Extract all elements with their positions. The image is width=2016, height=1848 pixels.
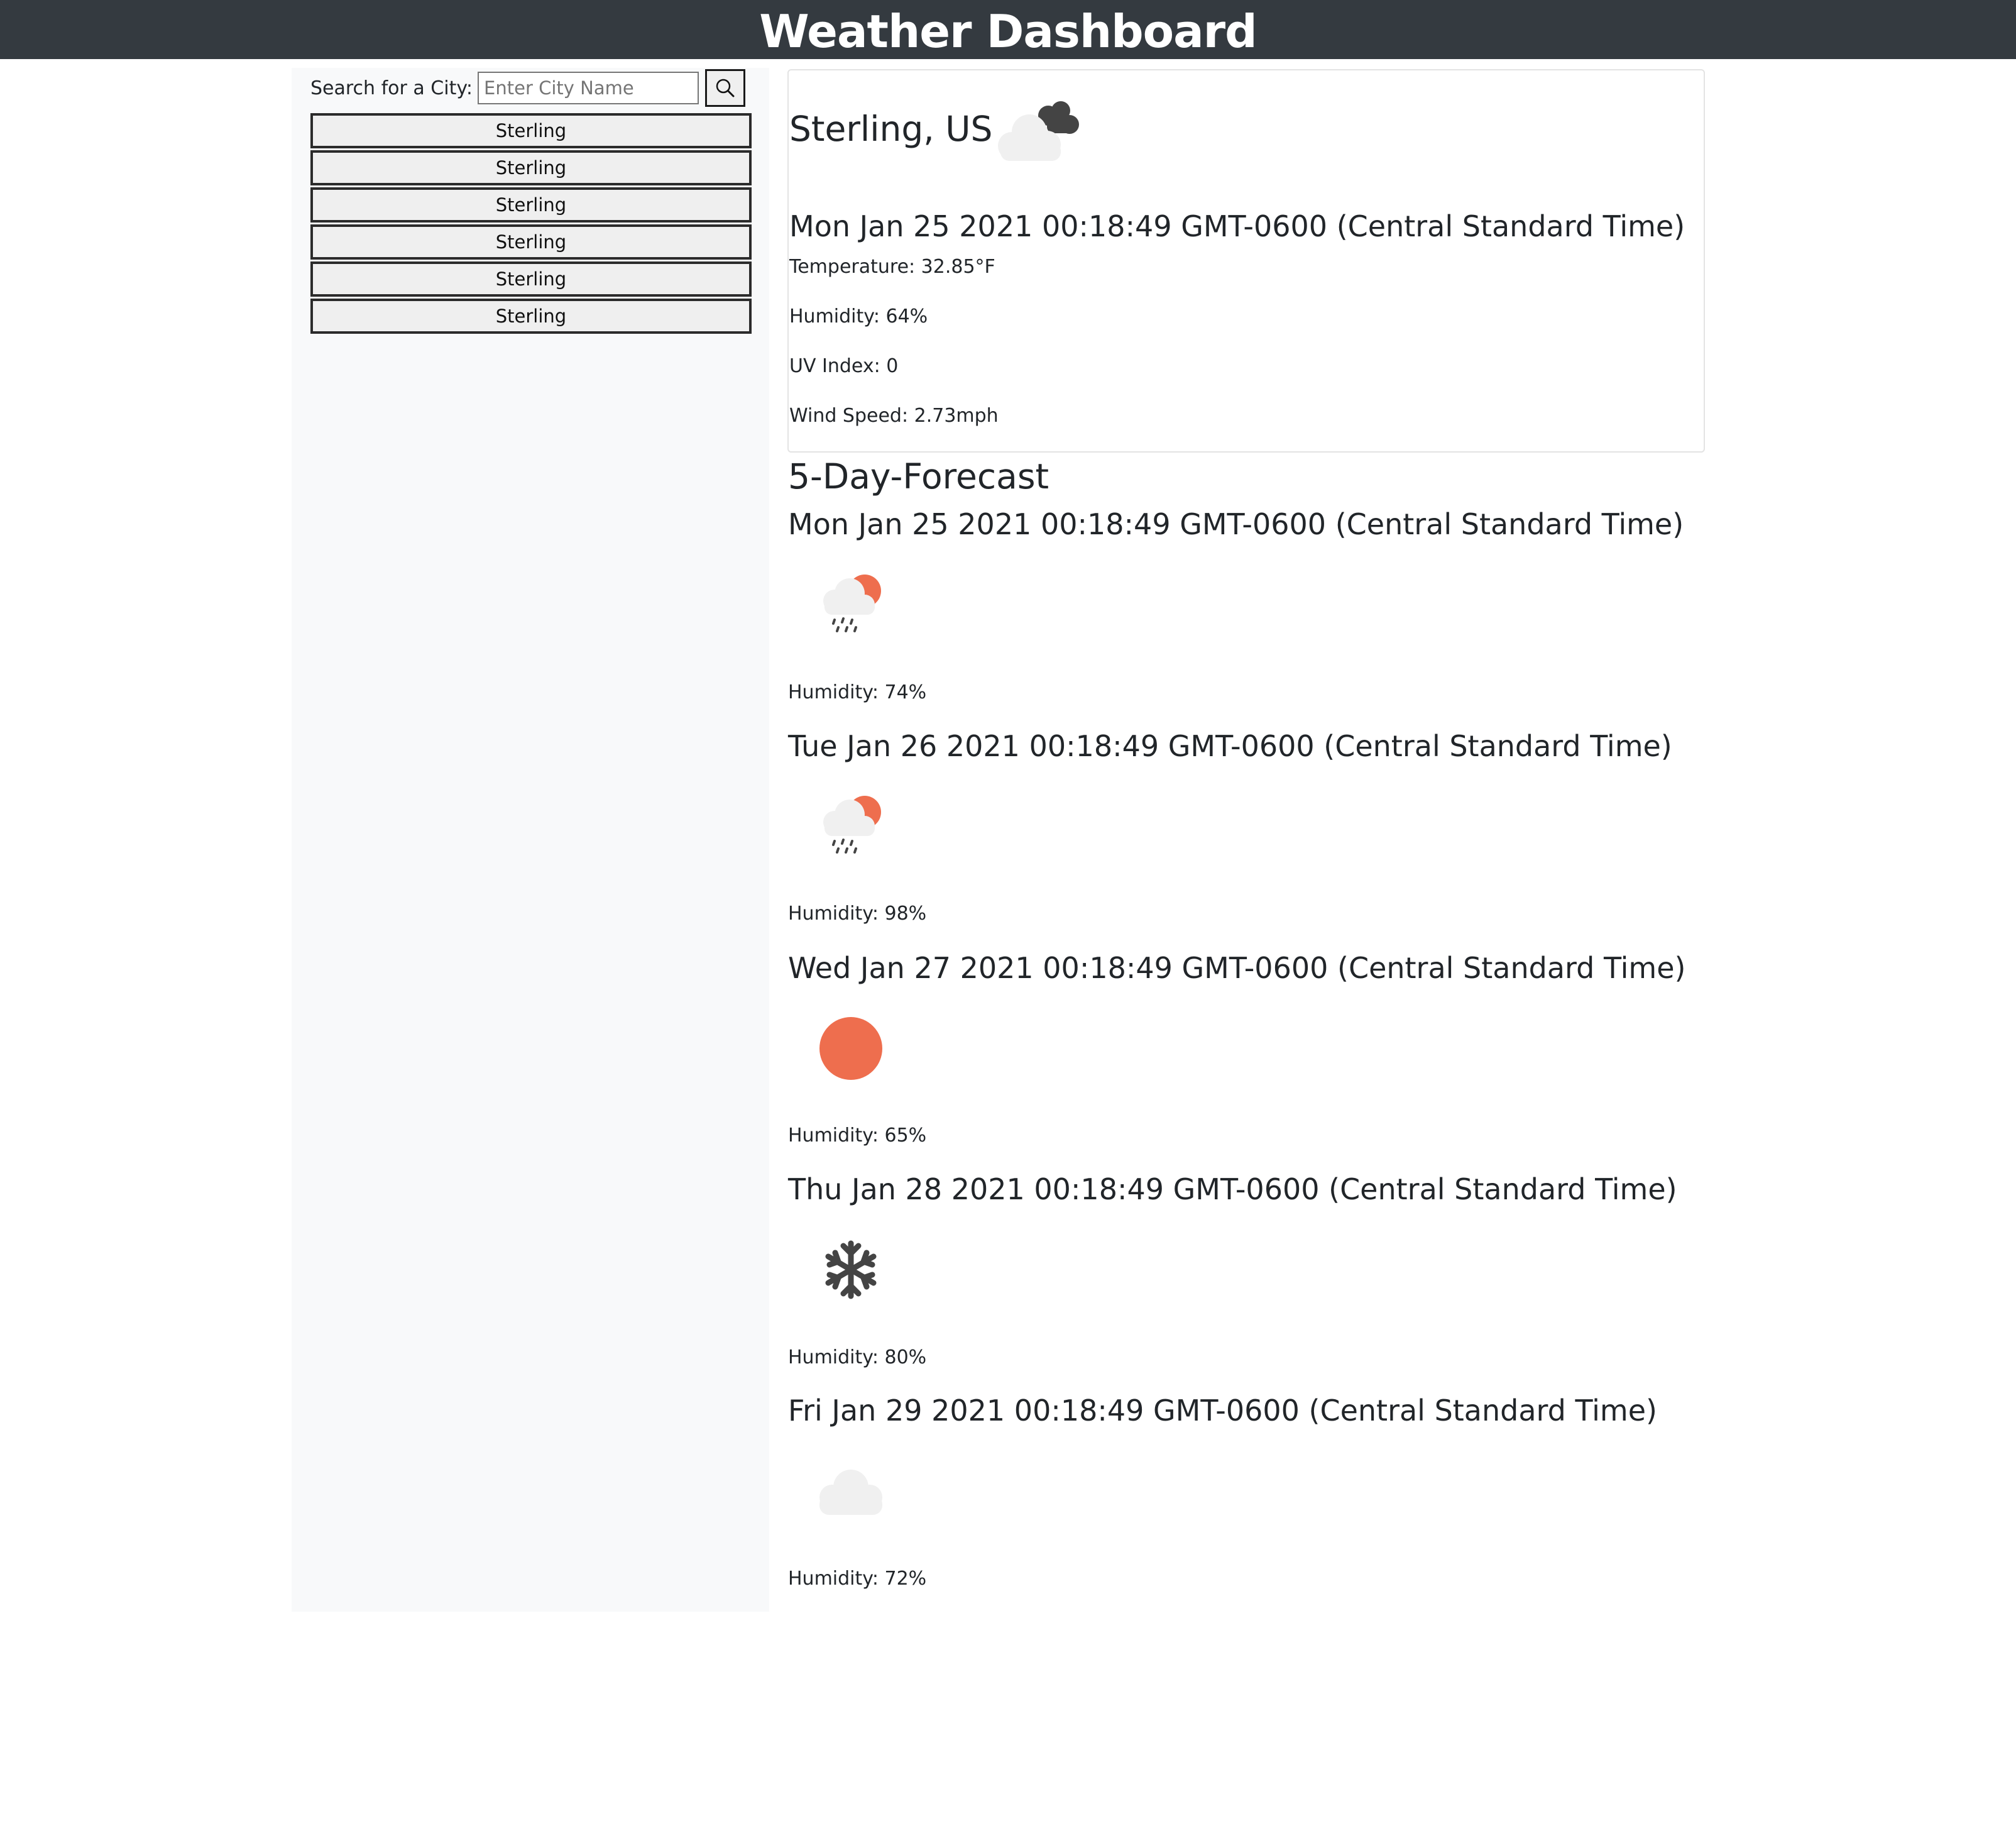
sidebar: Search for a City: Sterling Sterling Ste… [292, 68, 769, 1612]
search-button[interactable] [705, 69, 746, 107]
cloudy-icon [998, 101, 1079, 161]
history-button[interactable]: Sterling [310, 150, 752, 185]
sun-icon [819, 1017, 882, 1080]
rain-sun-icon [823, 575, 881, 632]
forecast-day-humidity: Humidity: 65% [788, 1125, 927, 1147]
history-button[interactable]: Sterling [310, 187, 752, 223]
search-label: Search for a City: [310, 77, 473, 99]
history-button[interactable]: Sterling [310, 113, 752, 148]
current-city-title: Sterling, US [789, 109, 993, 149]
forecast-day-date: Mon Jan 25 2021 00:18:49 GMT-0600 (Centr… [788, 507, 1684, 541]
current-date: Mon Jan 25 2021 00:18:49 GMT-0600 (Centr… [789, 209, 1685, 243]
forecast-day-humidity: Humidity: 80% [788, 1346, 927, 1368]
snow-icon [825, 1240, 877, 1299]
forecast-day-humidity: Humidity: 72% [788, 1568, 927, 1590]
history-button[interactable]: Sterling [310, 261, 752, 297]
search-icon [716, 79, 735, 97]
forecast-day-humidity: Humidity: 74% [788, 681, 927, 703]
search-history: Sterling Sterling Sterling Sterling Ster… [310, 113, 752, 336]
page-title: Weather Dashboard [759, 5, 1257, 58]
current-uv-index: UV Index: 0 [789, 355, 899, 377]
cloud-icon [819, 1470, 882, 1515]
search-row: Search for a City: [310, 68, 746, 108]
search-input[interactable] [478, 72, 699, 104]
forecast-day-date: Thu Jan 28 2021 00:18:49 GMT-0600 (Centr… [788, 1172, 1677, 1206]
rain-sun-icon [823, 796, 881, 854]
history-button[interactable]: Sterling [310, 299, 752, 334]
forecast-day-date: Tue Jan 26 2021 00:18:49 GMT-0600 (Centr… [788, 729, 1672, 763]
history-button[interactable]: Sterling [310, 224, 752, 260]
forecast-day-date: Wed Jan 27 2021 00:18:49 GMT-0600 (Centr… [788, 951, 1686, 985]
current-humidity: Humidity: 64% [789, 305, 928, 327]
forecast-day-date: Fri Jan 29 2021 00:18:49 GMT-0600 (Centr… [788, 1394, 1657, 1427]
page-header: Weather Dashboard [0, 0, 2016, 59]
current-wind-speed: Wind Speed: 2.73mph [789, 405, 999, 427]
forecast-heading: 5-Day-Forecast [788, 456, 1049, 497]
current-temperature: Temperature: 32.85°F [789, 256, 995, 278]
forecast-day-humidity: Humidity: 98% [788, 903, 927, 925]
